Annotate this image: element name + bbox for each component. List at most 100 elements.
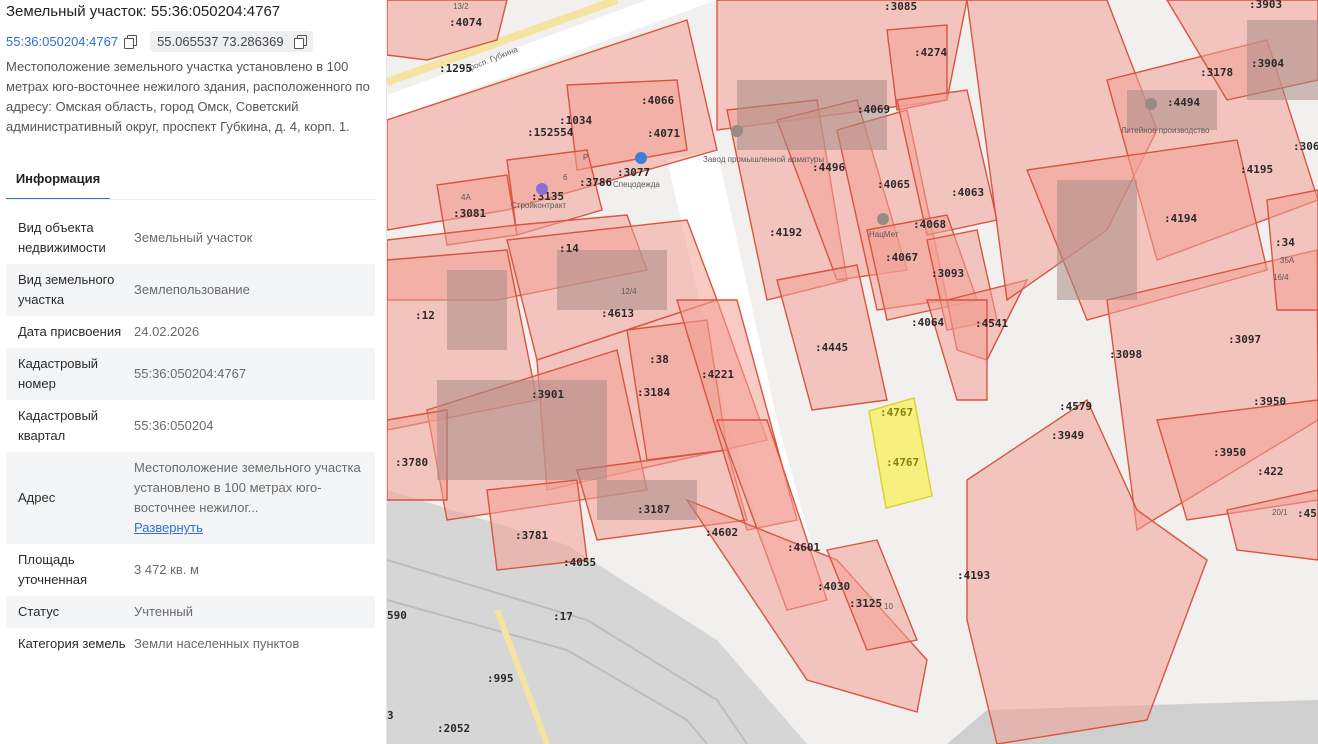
parcel-label[interactable]: :4494 bbox=[1167, 96, 1200, 109]
house-number: 13/2 bbox=[453, 2, 469, 11]
property-value: Земельный участок bbox=[134, 230, 253, 245]
parcel-label[interactable]: :3781 bbox=[515, 529, 548, 542]
parcel-label[interactable]: :4195 bbox=[1240, 163, 1273, 176]
poi-label[interactable]: Спецодежда bbox=[613, 180, 660, 189]
parcel-label[interactable]: :4055 bbox=[563, 556, 596, 569]
parcel-label[interactable]: :4069 bbox=[857, 103, 890, 116]
house-number: 16/4 bbox=[1273, 273, 1289, 282]
parcel-label[interactable]: :4065 bbox=[877, 178, 910, 191]
parcel-label[interactable]: :3184 bbox=[637, 386, 670, 399]
property-value: Местоположение земельного участка устано… bbox=[134, 458, 363, 538]
parcel-label[interactable]: :3901 bbox=[531, 388, 564, 401]
property-label: Категория земель bbox=[18, 636, 126, 651]
expand-link[interactable]: Развернуть bbox=[134, 518, 363, 538]
parcel-label[interactable]: :34 bbox=[1275, 236, 1295, 249]
property-row: Площадь уточненная 3 472 кв. м bbox=[6, 544, 375, 596]
parcel-label[interactable]: :4030 bbox=[817, 580, 850, 593]
cadastral-number-link[interactable]: 55:36:050204:4767 bbox=[6, 34, 118, 49]
copy-icon[interactable] bbox=[124, 35, 138, 49]
parcel-label[interactable]: :3187 bbox=[637, 503, 670, 516]
coordinates-chip[interactable]: 55.065537 73.286369 bbox=[150, 30, 313, 52]
parcel-label[interactable]: :3950 bbox=[1213, 446, 1246, 459]
poi-label[interactable]: НацМет bbox=[869, 230, 899, 239]
parcel-label[interactable]: 3 bbox=[387, 709, 394, 722]
parcel-label[interactable]: :4541 bbox=[975, 317, 1008, 330]
property-value: 3 472 кв. м bbox=[134, 562, 199, 577]
property-row: Кадастровый квартал 55:36:050204 bbox=[6, 400, 375, 452]
property-value: Земли населенных пунктов bbox=[134, 636, 300, 651]
poi-label[interactable]: Стройконтракт bbox=[511, 201, 566, 210]
property-label: Адрес bbox=[18, 490, 56, 505]
property-row: Дата присвоения 24.02.2026 bbox=[6, 316, 375, 348]
parcel-label[interactable]: :4613 bbox=[601, 307, 634, 320]
parcel-label[interactable]: :4274 bbox=[914, 46, 947, 59]
parcel[interactable] bbox=[926, 299, 988, 401]
parcel-label[interactable]: :3950 bbox=[1253, 395, 1286, 408]
parcel-label[interactable]: 590 bbox=[387, 609, 407, 622]
house-number: 12/4 bbox=[621, 287, 637, 296]
parcel-label[interactable]: :152554 bbox=[527, 126, 574, 139]
parcel-label[interactable]: :17 bbox=[553, 610, 573, 623]
selected-parcel-label[interactable]: :4767 bbox=[880, 406, 913, 419]
parcel-label[interactable]: :3786 bbox=[579, 176, 612, 189]
parcel-label[interactable]: :422 bbox=[1257, 465, 1284, 478]
parcel-label[interactable]: :4194 bbox=[1164, 212, 1197, 225]
parcel-label[interactable]: :306 bbox=[1293, 140, 1318, 153]
parcel-label[interactable]: :1295 bbox=[439, 62, 472, 75]
parcel-label[interactable]: :3093 bbox=[931, 267, 964, 280]
parcel-label[interactable]: :3949 bbox=[1051, 429, 1084, 442]
parcel-label[interactable]: :38 bbox=[649, 353, 669, 366]
parcel-label[interactable]: :3178 bbox=[1200, 66, 1233, 79]
factory-icon[interactable] bbox=[877, 213, 889, 225]
parcel-label[interactable]: :3097 bbox=[1228, 333, 1261, 346]
parcel-label[interactable]: :995 bbox=[487, 672, 514, 685]
parcel[interactable] bbox=[776, 264, 888, 411]
parcel-label[interactable]: :4221 bbox=[701, 368, 734, 381]
parcel-label[interactable]: :3780 bbox=[395, 456, 428, 469]
property-value: 24.02.2026 bbox=[134, 324, 200, 339]
parcel-label[interactable]: :4193 bbox=[957, 569, 990, 582]
map-canvas[interactable]: просп. Губкина :4074 :1295 :1034 :152554… bbox=[387, 0, 1318, 744]
selected-parcel-label[interactable]: :4767 bbox=[886, 456, 919, 469]
poi-icon[interactable] bbox=[536, 183, 548, 195]
parcel-label[interactable]: :4063 bbox=[951, 186, 984, 199]
factory-icon[interactable] bbox=[731, 125, 743, 137]
building bbox=[1057, 180, 1137, 300]
parcel-label[interactable]: :2052 bbox=[437, 722, 470, 735]
poi-icon[interactable] bbox=[635, 152, 647, 164]
poi-label[interactable]: Литейное производство bbox=[1121, 126, 1210, 135]
parcel-label[interactable]: :3903 bbox=[1249, 0, 1282, 11]
parcel-label[interactable]: :4601 bbox=[787, 541, 820, 554]
parcel-label[interactable]: :4579 bbox=[1059, 400, 1092, 413]
parcel-label[interactable]: :3081 bbox=[453, 207, 486, 220]
poi-label[interactable]: Завод промышленной арматуры bbox=[703, 155, 824, 164]
parcel-label[interactable]: :12 bbox=[415, 309, 435, 322]
parcel-label[interactable]: :4445 bbox=[815, 341, 848, 354]
cadastral-map[interactable]: просп. Губкина :4074 :1295 :1034 :152554… bbox=[387, 0, 1318, 744]
property-label: Площадь уточненная bbox=[18, 552, 88, 587]
factory-icon[interactable] bbox=[1145, 98, 1157, 110]
property-label: Вид земельного участка bbox=[18, 272, 115, 307]
house-number: 6 bbox=[563, 173, 568, 182]
parcel-label[interactable]: :4064 bbox=[911, 316, 944, 329]
parcel-label[interactable]: :14 bbox=[559, 242, 579, 255]
parcel[interactable] bbox=[387, 0, 508, 61]
parcel-label[interactable]: :4192 bbox=[769, 226, 802, 239]
parcel-label[interactable]: :4602 bbox=[705, 526, 738, 539]
parcel-label[interactable]: :4577 bbox=[1297, 507, 1318, 520]
copy-icon[interactable] bbox=[293, 35, 307, 49]
parcel-label[interactable]: :3125 bbox=[849, 597, 882, 610]
parcel-label[interactable]: :3098 bbox=[1109, 348, 1142, 361]
parcel-label[interactable]: :3077 bbox=[617, 166, 650, 179]
property-row: Категория земель Земли населенных пункто… bbox=[6, 628, 375, 660]
property-value: Землепользование bbox=[134, 282, 250, 297]
parcel-label[interactable]: :3904 bbox=[1251, 57, 1284, 70]
parcel-label[interactable]: :4071 bbox=[647, 127, 680, 140]
parcel-label[interactable]: :4074 bbox=[449, 16, 482, 29]
parcel-label[interactable]: :3085 bbox=[884, 0, 917, 13]
parcel-label[interactable]: :4066 bbox=[641, 94, 674, 107]
parcel-label[interactable]: :4068 bbox=[913, 218, 946, 231]
id-row: 55:36:050204:4767 55.065537 73.286369 bbox=[6, 30, 313, 52]
tab-info[interactable]: Информация bbox=[6, 168, 110, 200]
parcel-label[interactable]: :4067 bbox=[885, 251, 918, 264]
